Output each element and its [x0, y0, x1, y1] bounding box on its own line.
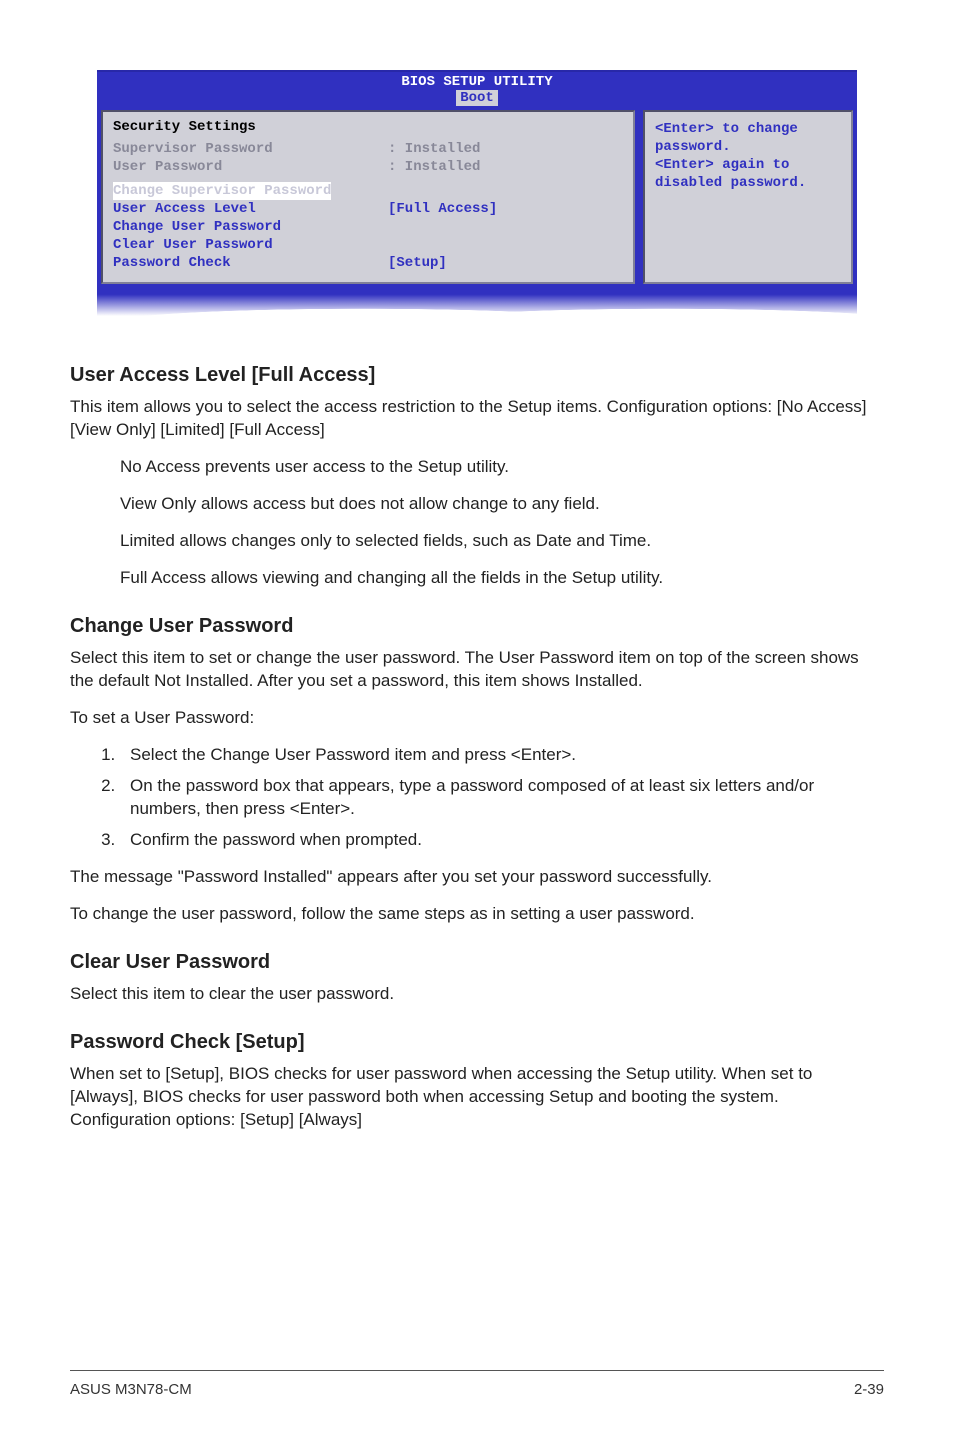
bios-tab-row: Boot: [97, 90, 857, 106]
bios-body: Security Settings Supervisor Password: I…: [97, 106, 857, 294]
step-2: On the password box that appears, type a…: [120, 774, 884, 820]
user-password-label: User Password: [113, 158, 388, 176]
bios-screen: BIOS SETUP UTILITY Boot Security Setting…: [97, 70, 857, 316]
step-1: Select the Change User Password item and…: [120, 743, 884, 766]
no-access-desc: No Access prevents user access to the Se…: [120, 455, 884, 478]
step-3: Confirm the password when prompted.: [120, 828, 884, 851]
password-check-value: [Setup]: [388, 254, 447, 272]
user-access-level-value: [Full Access]: [388, 200, 497, 218]
full-access-desc: Full Access allows viewing and changing …: [120, 566, 884, 589]
password-installed-msg: The message "Password Installed" appears…: [70, 865, 884, 888]
change-user-password-desc: Select this item to set or change the us…: [70, 646, 884, 692]
user-access-level-label: User Access Level: [113, 200, 388, 218]
bios-left-panel: Security Settings Supervisor Password: I…: [101, 110, 635, 284]
bios-section-heading: Security Settings: [113, 118, 623, 136]
section-user-access-level-heading: User Access Level [Full Access]: [70, 364, 884, 387]
limited-desc: Limited allows changes only to selected …: [120, 529, 884, 552]
bios-fade-decoration: [97, 294, 857, 316]
supervisor-password-label: Supervisor Password: [113, 140, 388, 158]
set-user-password-steps: Select the Change User Password item and…: [90, 743, 884, 851]
change-password-note: To change the user password, follow the …: [70, 902, 884, 925]
change-user-password-item: Change User Password: [113, 218, 623, 236]
set-user-password-intro: To set a User Password:: [70, 706, 884, 729]
bios-help-text: <Enter> to change password. <Enter> agai…: [655, 121, 806, 191]
user-password-value: : Installed: [388, 158, 480, 176]
change-supervisor-password-item: Change Supervisor Password: [113, 182, 331, 200]
section-user-access-level-desc: This item allows you to select the acces…: [70, 395, 884, 441]
section-clear-user-password-heading: Clear User Password: [70, 951, 884, 974]
page-footer: ASUS M3N78-CM 2-39: [70, 1370, 884, 1398]
password-check-desc: When set to [Setup], BIOS checks for use…: [70, 1062, 884, 1131]
bios-title: BIOS SETUP UTILITY: [97, 70, 857, 90]
supervisor-password-value: : Installed: [388, 140, 480, 158]
bios-help-panel: <Enter> to change password. <Enter> agai…: [643, 110, 853, 284]
footer-product: ASUS M3N78-CM: [70, 1381, 192, 1398]
password-check-label: Password Check: [113, 254, 388, 272]
clear-user-password-item: Clear User Password: [113, 236, 623, 254]
footer-page-number: 2-39: [854, 1381, 884, 1398]
clear-user-password-desc: Select this item to clear the user passw…: [70, 982, 884, 1005]
bios-active-tab: Boot: [456, 90, 498, 106]
section-password-check-heading: Password Check [Setup]: [70, 1031, 884, 1054]
section-change-user-password-heading: Change User Password: [70, 615, 884, 638]
view-only-desc: View Only allows access but does not all…: [120, 492, 884, 515]
